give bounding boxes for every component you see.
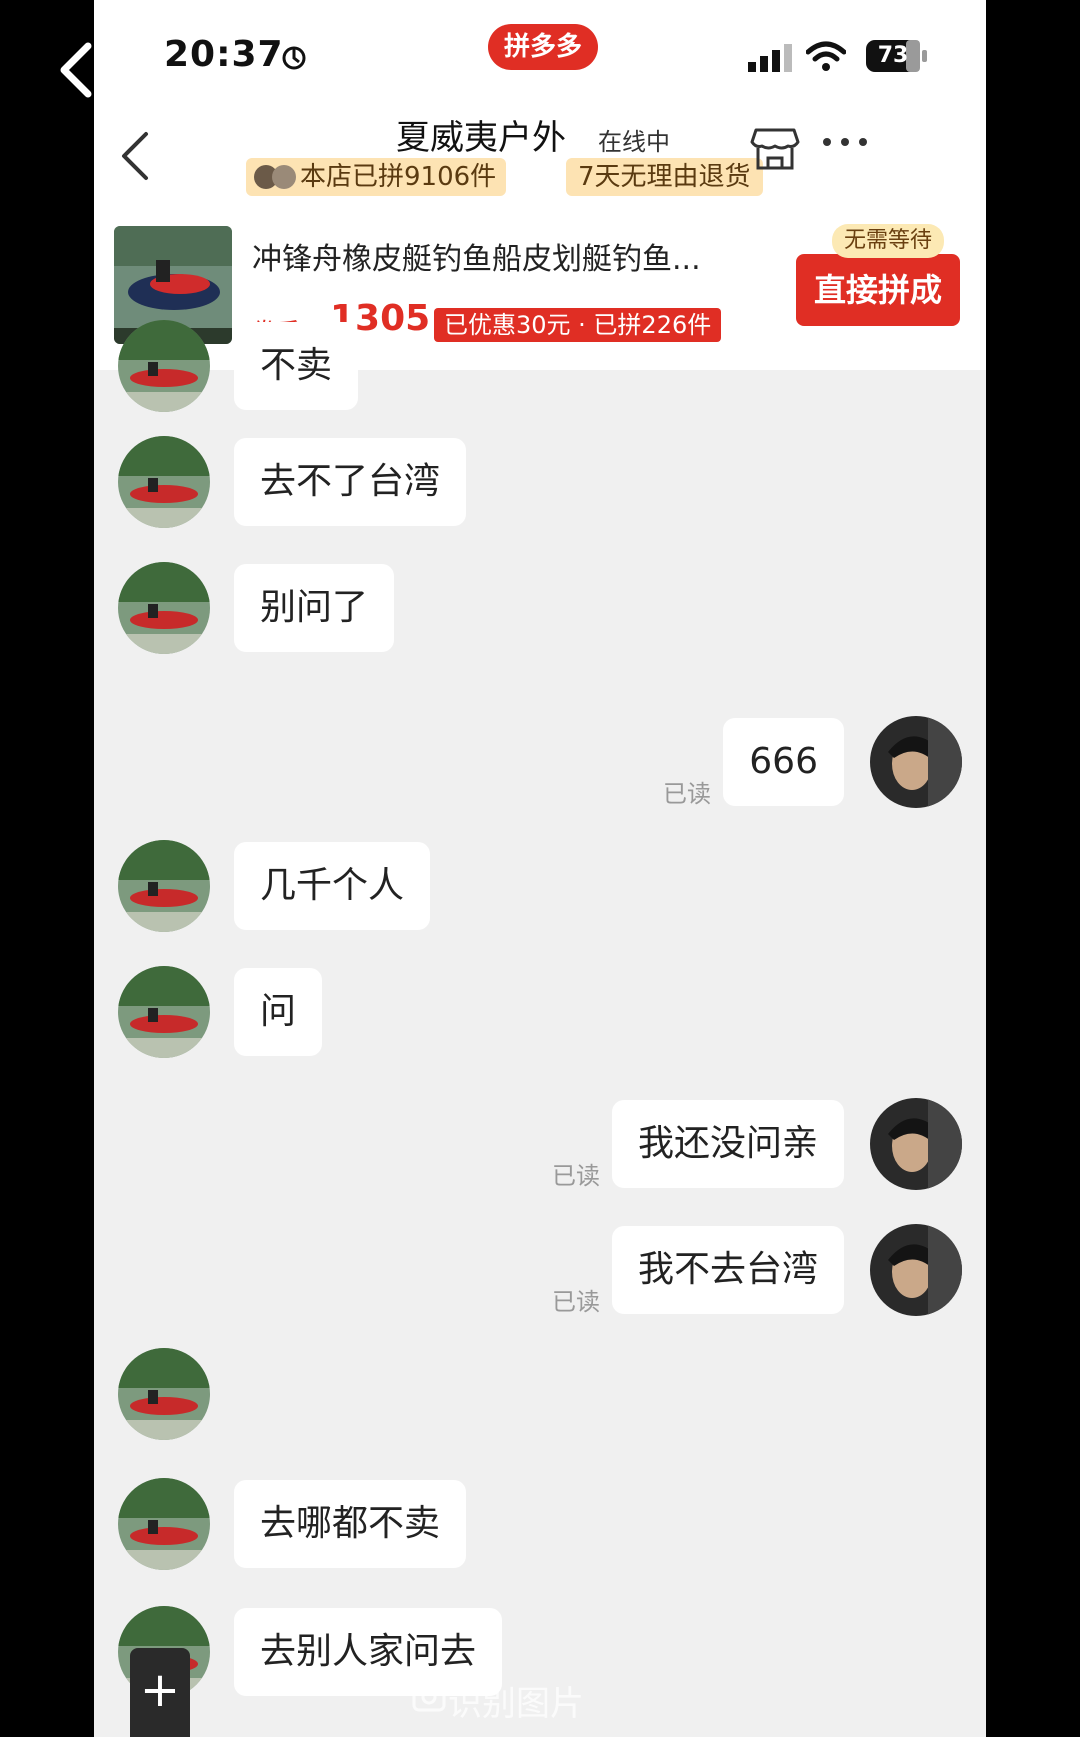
shop-avatar[interactable] (118, 966, 210, 1058)
message-bubble[interactable]: 几千个人 (234, 842, 431, 930)
shop-avatar[interactable] (118, 436, 210, 528)
message-bubble[interactable]: 我不去台湾 (611, 1226, 844, 1314)
shop-avatar[interactable] (118, 320, 210, 412)
wifi-icon (806, 41, 846, 71)
flame-icon (282, 46, 306, 70)
message-bubble[interactable]: 去不了台湾 (234, 438, 467, 526)
ocr-icon[interactable] (412, 1682, 446, 1712)
read-receipt: 已读 (663, 780, 711, 808)
status-bar: 20:37 拼多多 73 (94, 0, 986, 110)
chat-list[interactable]: 不卖 去不了台湾 别问了 666 已读 几千个人问我还没问亲 已读 我不去台湾 已读 去哪都不卖去… (94, 320, 986, 1737)
shop-name[interactable]: 夏威夷户外 (396, 110, 566, 159)
message-row: 不卖 (94, 320, 986, 412)
read-receipt: 已读 (552, 1162, 600, 1190)
status-time: 20:37 (164, 34, 284, 75)
battery-level: 73 (877, 43, 909, 68)
more-icon[interactable] (822, 136, 868, 148)
message-row: 几千个人 (94, 840, 986, 932)
user-avatar[interactable] (870, 716, 962, 808)
product-title[interactable]: 冲锋舟橡皮艇钓鱼船皮划艇钓鱼... (252, 234, 744, 278)
plus-button[interactable]: + (130, 1648, 190, 1737)
message-bubble[interactable]: 去哪都不卖 (234, 1480, 467, 1568)
message-row: 别问了 (94, 562, 986, 654)
message-bubble[interactable]: 不卖 (234, 322, 359, 410)
store-icon[interactable] (750, 122, 800, 172)
shop-avatar[interactable] (118, 1478, 210, 1570)
online-status: 在线中 (598, 128, 670, 156)
message-bubble[interactable]: 666 (723, 718, 844, 806)
no-wait-badge: 无需等待 (832, 224, 945, 258)
chat-header: 夏威夷户外 在线中 本店已拼9106件 7天无理由退货 (94, 110, 986, 210)
message-bubble[interactable]: 问 (234, 968, 323, 1056)
pdd-logo: 拼多多 (488, 24, 598, 70)
back-icon[interactable] (114, 126, 154, 186)
direct-buy-button[interactable]: 直接拼成 (796, 254, 960, 326)
message-row: 我还没问亲 已读 (94, 1098, 986, 1190)
shop-avatar[interactable] (118, 840, 210, 932)
sales-tag: 本店已拼9106件 (246, 158, 507, 196)
user-avatar[interactable] (870, 1098, 962, 1190)
read-receipt: 已读 (552, 1288, 600, 1316)
sales-tag-text: 本店已拼9106件 (300, 162, 497, 192)
message-row: 问 (94, 966, 986, 1058)
return-policy-tag: 7天无理由退货 (566, 158, 763, 196)
shop-avatar[interactable] (118, 1348, 210, 1440)
shop-avatar[interactable] (118, 562, 210, 654)
signal-icon (748, 44, 792, 72)
message-bubble[interactable]: 别问了 (234, 564, 395, 652)
ocr-label[interactable]: 识别图片 (448, 1676, 584, 1725)
message-row: 我不去台湾 已读 (94, 1224, 986, 1316)
user-avatar[interactable] (870, 1224, 962, 1316)
message-row: 666 已读 (94, 716, 986, 808)
message-row: 去不了台湾 (94, 436, 986, 528)
message-bubble[interactable]: 我还没问亲 (611, 1100, 844, 1188)
phone-screen: 20:37 拼多多 73 夏威夷户外 在线中 本店已拼9106件 7天无理由退货… (94, 0, 986, 1737)
buyer-avatars-icon (254, 165, 296, 189)
message-row: 去哪都不卖 (94, 1478, 986, 1570)
message-row (94, 1348, 986, 1440)
